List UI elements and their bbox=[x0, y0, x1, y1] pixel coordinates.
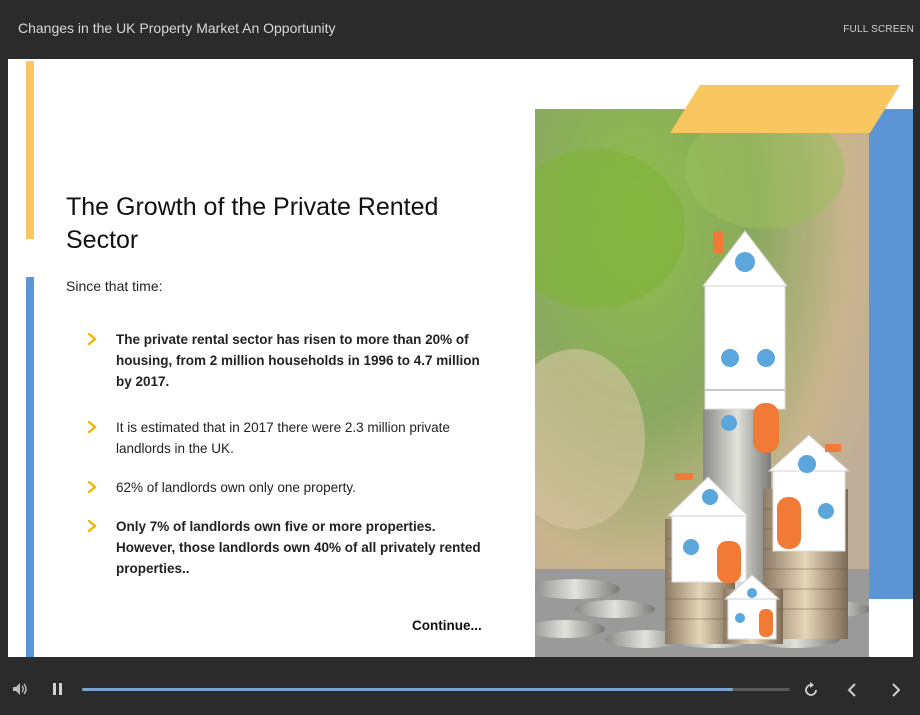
fullscreen-button[interactable]: FULL SCREEN bbox=[843, 24, 914, 35]
bullet-item: Only 7% of landlords own five or more pr… bbox=[86, 516, 506, 579]
player-controls bbox=[0, 657, 920, 715]
replay-icon[interactable] bbox=[803, 682, 819, 698]
accent-bar-blue-right bbox=[869, 109, 913, 599]
bullet-item: The private rental sector has risen to m… bbox=[86, 329, 506, 392]
chevron-right-icon bbox=[87, 333, 97, 345]
chevron-right-icon[interactable] bbox=[890, 682, 902, 698]
slide: The Growth of the Private Rented Sector … bbox=[8, 59, 913, 657]
continue-button[interactable]: Continue... bbox=[412, 618, 482, 633]
chevron-left-icon[interactable] bbox=[846, 682, 858, 698]
progress-bar[interactable] bbox=[82, 688, 790, 691]
chevron-right-icon bbox=[87, 421, 97, 433]
accent-bar-yellow bbox=[26, 61, 34, 239]
accent-bar-blue bbox=[26, 277, 34, 657]
bullet-text: 62% of landlords own only one property. bbox=[116, 480, 356, 495]
houses-on-coins-illustration bbox=[535, 109, 869, 657]
lead-text: Since that time: bbox=[66, 278, 163, 294]
volume-icon[interactable] bbox=[12, 682, 30, 696]
bullet-text: It is estimated that in 2017 there were … bbox=[116, 420, 450, 456]
chevron-right-icon bbox=[87, 520, 97, 532]
bullet-item: It is estimated that in 2017 there were … bbox=[86, 417, 506, 459]
chevron-right-icon bbox=[87, 481, 97, 493]
player-top-bar: Changes in the UK Property Market An Opp… bbox=[0, 0, 920, 59]
bullet-text: Only 7% of landlords own five or more pr… bbox=[116, 519, 481, 576]
progress-fill bbox=[82, 688, 734, 691]
houses-on-coins-image bbox=[535, 109, 869, 657]
pause-icon[interactable] bbox=[52, 682, 64, 696]
bullet-item: 62% of landlords own only one property. bbox=[86, 477, 506, 498]
slide-title: The Growth of the Private Rented Sector bbox=[66, 193, 439, 254]
bullet-text: The private rental sector has risen to m… bbox=[116, 332, 480, 389]
bullet-list: The private rental sector has risen to m… bbox=[86, 329, 506, 579]
accent-parallelogram-yellow bbox=[670, 85, 900, 133]
player-title: Changes in the UK Property Market An Opp… bbox=[18, 20, 336, 36]
